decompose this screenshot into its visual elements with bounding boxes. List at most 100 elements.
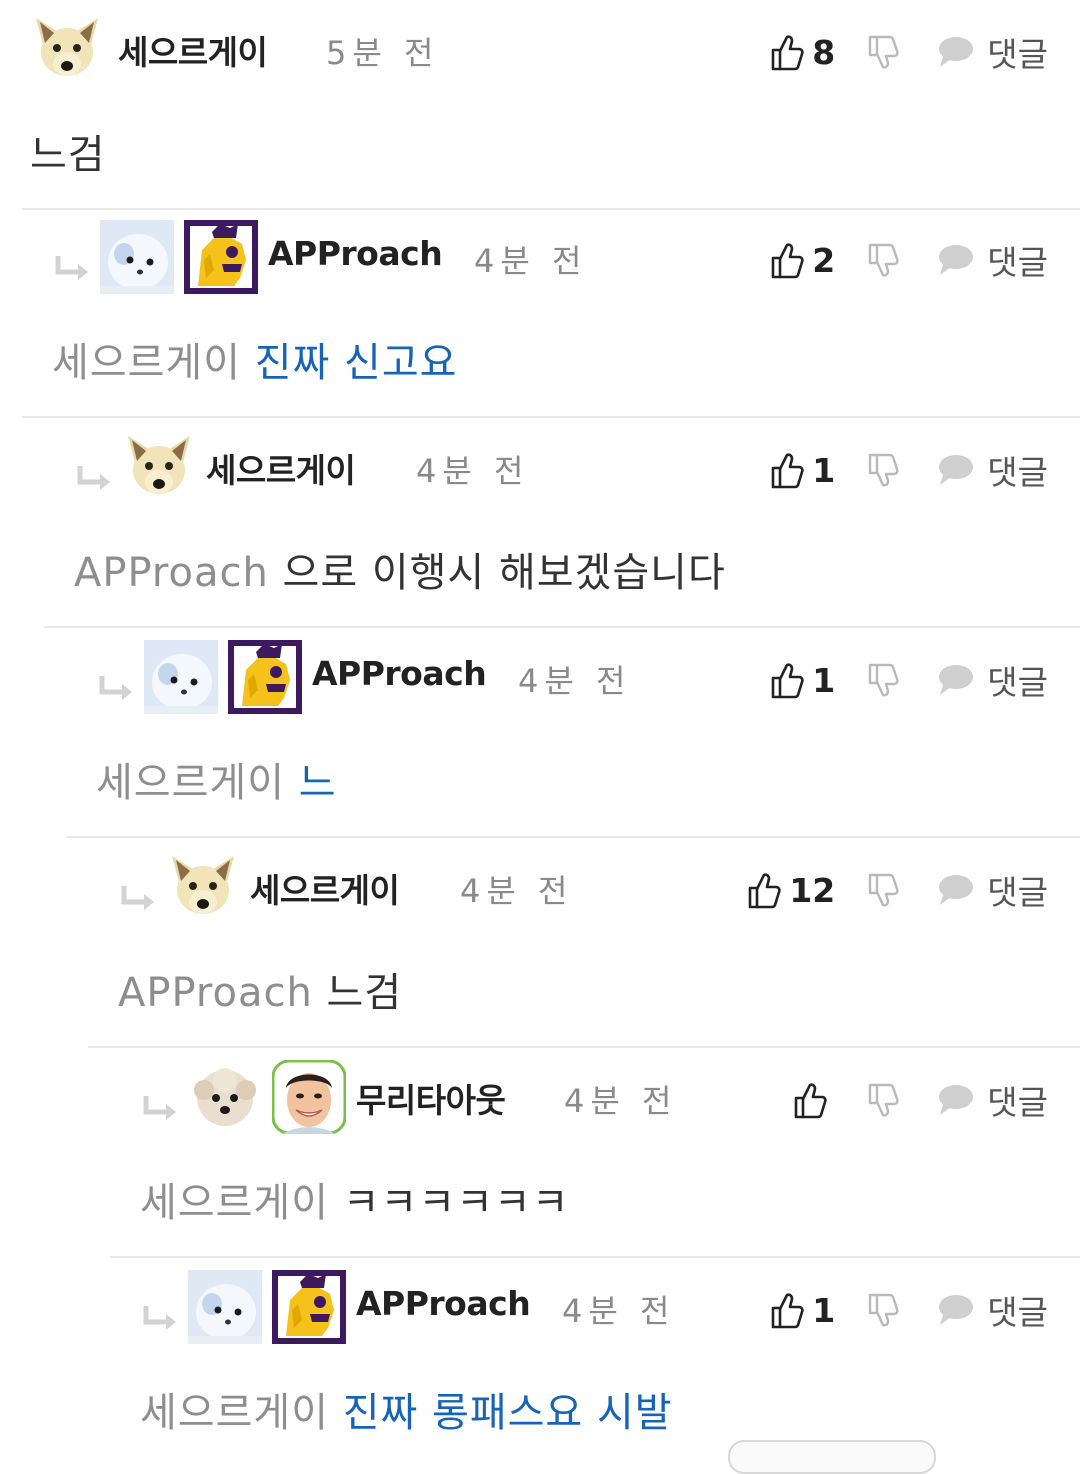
dislike-button[interactable]	[863, 236, 903, 284]
comment-text: 느검	[326, 970, 403, 1016]
like-button[interactable]: 2	[770, 236, 835, 284]
comment-text: 느	[298, 760, 337, 806]
premier-league-badge[interactable]	[228, 640, 302, 714]
comment-header: APProach 4분 전 2 댓글	[22, 218, 1080, 298]
like-button[interactable]: 1	[770, 446, 835, 494]
like-count: 1	[812, 660, 836, 700]
reply-button[interactable]: 댓글	[937, 1076, 1048, 1124]
reply-label: 댓글	[987, 1293, 1048, 1332]
dislike-button[interactable]	[863, 1076, 903, 1124]
dislike-button[interactable]	[863, 28, 903, 76]
dog-avatar[interactable]	[122, 430, 196, 504]
timestamp: 4분 전	[416, 452, 530, 490]
mention[interactable]: 세으르게이	[96, 760, 285, 806]
thumbs-up-icon	[771, 1293, 804, 1329]
like-button[interactable]	[767, 1076, 835, 1124]
comment-thread: 세으르게이 5분 전 8 댓글 느검 APProach 4분 전 2 댓글 세으…	[0, 0, 1080, 1474]
seal-avatar[interactable]	[100, 220, 174, 294]
thumbs-down-icon	[869, 243, 899, 277]
timestamp: 4분 전	[562, 1292, 676, 1330]
comment: 세으르게이 5분 전 8 댓글 느검	[22, 0, 1080, 210]
comment-header: 세으르게이 5분 전 8 댓글	[22, 10, 1080, 90]
username[interactable]: 세으르게이	[206, 444, 356, 492]
timestamp: 4분 전	[518, 662, 632, 700]
premier-league-badge[interactable]	[272, 1270, 346, 1344]
dog-avatar[interactable]	[166, 850, 240, 924]
reply-arrow-icon	[121, 886, 154, 910]
avatar-group	[30, 12, 104, 86]
reply-button[interactable]: 댓글	[937, 28, 1048, 76]
dislike-button[interactable]	[863, 866, 903, 914]
comment-header: APProach 4분 전 1 댓글	[66, 638, 1080, 718]
premier-league-badge[interactable]	[184, 220, 258, 294]
avatar-group	[122, 430, 196, 504]
thumbs-up-icon	[749, 873, 781, 909]
reply-button[interactable]: 댓글	[937, 446, 1048, 494]
username[interactable]: 세으르게이	[250, 864, 400, 912]
reply-button[interactable]: 댓글	[937, 236, 1048, 284]
thumbs-up-icon	[771, 243, 804, 279]
avatar-group	[100, 220, 258, 294]
reply-arrow-icon	[55, 256, 88, 280]
thumbs-down-icon	[869, 873, 899, 907]
username[interactable]: 무리타아웃	[356, 1074, 506, 1122]
comment-body: 세으르게이 느	[96, 750, 337, 808]
comment-text: 진짜 롱패스요 시발	[342, 1390, 673, 1436]
poodle-avatar[interactable]	[188, 1060, 262, 1134]
dislike-button[interactable]	[863, 656, 903, 704]
comment: 세으르게이 4분 전 1 댓글 APProach 으로 이행시 해보겠습니다	[44, 418, 1080, 628]
username[interactable]: APProach	[312, 654, 487, 693]
reply-label: 댓글	[987, 873, 1048, 912]
mention[interactable]: 세으르게이	[140, 1180, 329, 1226]
player-face-badge[interactable]	[272, 1060, 346, 1134]
comment: 세으르게이 4분 전 12 댓글 APProach 느검	[88, 838, 1080, 1048]
dog-avatar[interactable]	[30, 12, 104, 86]
comment-actions: 1 댓글	[770, 656, 1048, 704]
mention[interactable]: APProach	[118, 970, 313, 1016]
comment-body: 세으르게이 ㅋㅋㅋㅋㅋㅋ	[140, 1170, 570, 1228]
timestamp: 5분 전	[326, 34, 440, 72]
dislike-button[interactable]	[863, 1286, 903, 1334]
speech-bubble-icon	[939, 455, 974, 485]
reply-arrow-icon	[99, 676, 132, 700]
thumbs-down-icon	[869, 1083, 899, 1117]
reply-label: 댓글	[987, 35, 1048, 74]
like-count: 1	[812, 1290, 836, 1330]
comment-actions: 댓글	[767, 1076, 1048, 1124]
seal-avatar[interactable]	[188, 1270, 262, 1344]
like-button[interactable]: 1	[770, 1286, 835, 1334]
username[interactable]: 세으르게이	[118, 26, 268, 74]
dislike-button[interactable]	[863, 446, 903, 494]
reply-button[interactable]: 댓글	[937, 656, 1048, 704]
reply-label: 댓글	[987, 243, 1048, 282]
avatar-group	[188, 1270, 346, 1344]
seal-avatar[interactable]	[144, 640, 218, 714]
thumbs-up-icon	[771, 35, 804, 71]
comment-actions: 1 댓글	[770, 446, 1048, 494]
comment-actions: 1 댓글	[770, 1286, 1048, 1334]
comment-header: APProach 4분 전 1 댓글	[110, 1268, 1080, 1348]
avatar-group	[188, 1060, 346, 1134]
like-count: 1	[812, 450, 836, 490]
like-button[interactable]: 8	[770, 28, 835, 76]
mention[interactable]: 세으르게이	[140, 1390, 329, 1436]
mention[interactable]: 세으르게이	[52, 340, 241, 386]
username[interactable]: APProach	[268, 234, 443, 273]
thumbs-down-icon	[869, 663, 899, 697]
comment-text: 으로 이행시 해보겠습니다	[282, 550, 726, 596]
reply-label: 댓글	[987, 453, 1048, 492]
reply-arrow-icon	[143, 1096, 176, 1120]
avatar-group	[166, 850, 240, 924]
reply-button[interactable]: 댓글	[937, 866, 1048, 914]
speech-bubble-icon	[939, 37, 974, 67]
bottom-pill[interactable]	[728, 1440, 936, 1474]
like-count: 2	[812, 240, 836, 280]
comment-header: 세으르게이 4분 전 1 댓글	[44, 428, 1080, 508]
like-button[interactable]: 1	[770, 656, 835, 704]
thumbs-down-icon	[869, 35, 899, 69]
like-button[interactable]: 12	[747, 866, 835, 914]
comment-body: APProach 으로 이행시 해보겠습니다	[74, 540, 726, 598]
reply-button[interactable]: 댓글	[937, 1286, 1048, 1334]
mention[interactable]: APProach	[74, 550, 269, 596]
username[interactable]: APProach	[356, 1284, 531, 1323]
